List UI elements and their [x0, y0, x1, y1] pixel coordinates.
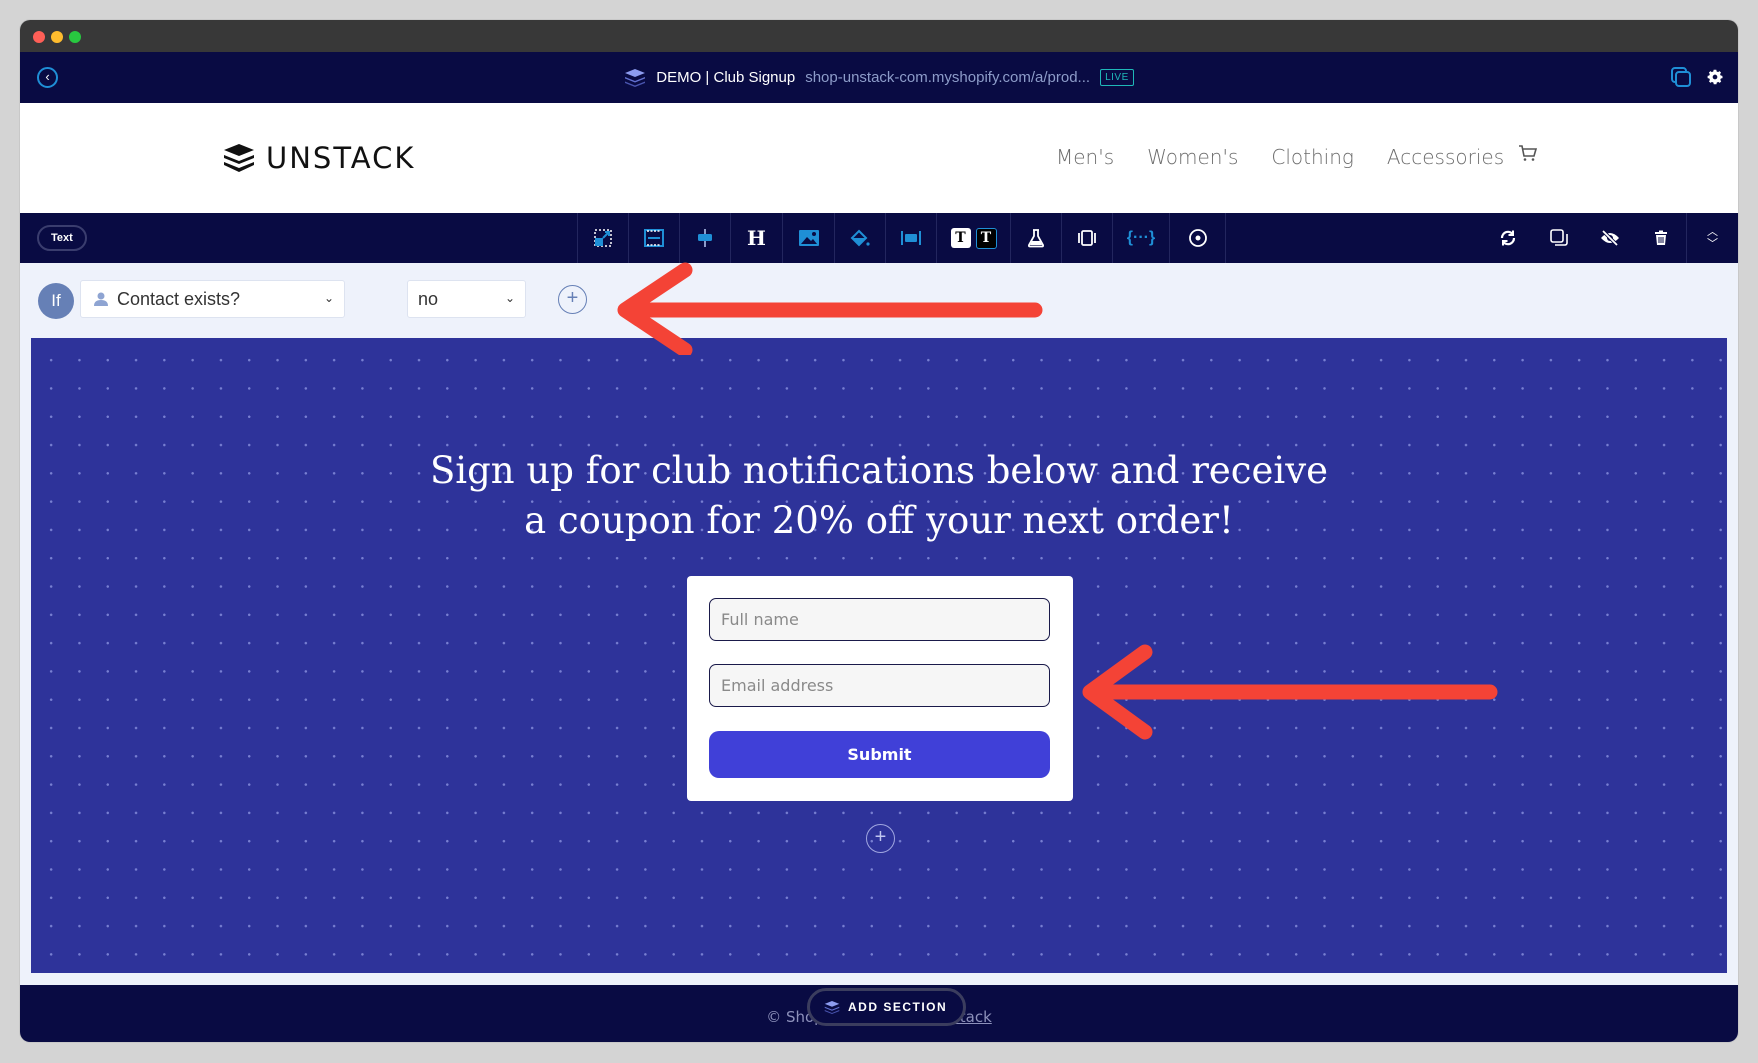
fill-color-icon — [850, 229, 870, 247]
experiment-button[interactable] — [1010, 213, 1061, 263]
condition-field-select[interactable]: Contact exists? ⌄ — [80, 280, 345, 318]
page-info: DEMO | Club Signup shop-unstack-com.mysh… — [20, 52, 1738, 103]
editor-app-bar: ‹ DEMO | Club Signup shop-unstack-com.my… — [20, 52, 1738, 103]
settings-gear-icon — [1707, 69, 1723, 85]
duplicate-icon — [1549, 229, 1568, 246]
add-block-button[interactable]: + — [866, 824, 895, 853]
hide-button[interactable] — [1584, 213, 1635, 263]
text-style-light-icon: T — [950, 228, 971, 248]
browser-window: ‹ DEMO | Club Signup shop-unstack-com.my… — [20, 20, 1738, 1042]
element-toolbar: Text H T T {···} ︿ ﹀ — [20, 213, 1738, 263]
headline-line-1: Sign up for club notifications below and… — [429, 449, 1329, 492]
submit-button[interactable]: Submit — [709, 731, 1050, 778]
target-button[interactable] — [1169, 213, 1226, 263]
refresh-icon — [1500, 230, 1515, 246]
hide-eye-icon — [1600, 230, 1619, 246]
appbar-actions — [1670, 66, 1724, 88]
settings-button[interactable] — [1706, 68, 1724, 86]
add-section-label: ADD SECTION — [848, 1000, 948, 1014]
condition-field-value: Contact exists? — [117, 288, 241, 309]
nav-clothing[interactable]: Clothing — [1271, 145, 1354, 169]
nav-womens[interactable]: Women's — [1147, 145, 1238, 169]
duplicate-pages-button[interactable] — [1670, 66, 1692, 88]
cart-icon — [1519, 145, 1538, 161]
chevron-down-icon: ⌄ — [323, 291, 334, 305]
resize-button[interactable] — [577, 213, 628, 263]
move-section-control[interactable]: ︿ ﹀ — [1686, 213, 1738, 263]
if-badge: If — [38, 283, 74, 319]
logo-text: UNSTACK — [266, 141, 416, 175]
target-icon — [1188, 229, 1207, 247]
cart-button[interactable] — [1518, 143, 1538, 163]
trash-icon — [1654, 230, 1667, 245]
text-style-button[interactable]: T T — [936, 213, 1010, 263]
personalization-condition-bar: If Contact exists? ⌄ no ⌄ + — [20, 263, 1738, 338]
section-divider — [20, 973, 1738, 985]
close-window-button[interactable] — [33, 31, 45, 43]
headline-line-2: a coupon for 20% off your next order! — [524, 499, 1234, 542]
experiment-flask-icon — [1027, 229, 1045, 248]
condition-value-select[interactable]: no ⌄ — [407, 280, 526, 318]
unstack-logo-icon — [224, 144, 254, 172]
signup-form: Submit — [687, 576, 1073, 801]
plus-icon: + — [566, 287, 579, 309]
store-footer: © Shopify · Built with Unstack ADD SECTI… — [20, 985, 1738, 1042]
store-logo[interactable]: UNSTACK — [222, 141, 415, 175]
store-nav: Men's Women's Clothing Accessories — [1056, 145, 1504, 169]
maximize-window-button[interactable] — [69, 31, 81, 43]
duplicate-pages-icon — [1671, 67, 1691, 87]
fill-color-button[interactable] — [834, 213, 885, 263]
carousel-icon — [1078, 230, 1096, 246]
text-style-dark-icon: T — [975, 227, 997, 249]
email-input[interactable] — [709, 664, 1050, 707]
layout-icon — [901, 231, 921, 245]
duplicate-button[interactable] — [1533, 213, 1584, 263]
width-icon — [644, 229, 664, 247]
code-button[interactable]: {···} — [1112, 213, 1169, 263]
toolbar-right-tools: ︿ ﹀ — [1482, 213, 1738, 263]
title-bar — [20, 20, 1738, 52]
store-header: UNSTACK Men's Women's Clothing Accessori… — [20, 103, 1738, 213]
unstack-layers-icon — [625, 68, 646, 87]
width-button[interactable] — [628, 213, 679, 263]
carousel-button[interactable] — [1061, 213, 1112, 263]
align-button[interactable] — [679, 213, 730, 263]
heading-icon: H — [747, 226, 766, 250]
image-icon — [798, 230, 819, 246]
condition-value: no — [418, 288, 439, 309]
page-title[interactable]: DEMO | Club Signup — [656, 69, 795, 86]
chevron-down-icon: ⌄ — [504, 291, 515, 305]
refresh-button[interactable] — [1482, 213, 1533, 263]
resize-icon — [594, 229, 612, 247]
layout-button[interactable] — [885, 213, 936, 263]
nav-accessories[interactable]: Accessories — [1387, 145, 1504, 169]
plus-icon: + — [874, 826, 887, 848]
element-type-chip[interactable]: Text — [37, 225, 87, 251]
page-url[interactable]: shop-unstack-com.myshopify.com/a/prod... — [805, 69, 1090, 86]
live-status-badge: LIVE — [1100, 69, 1134, 86]
full-name-input[interactable] — [709, 598, 1050, 641]
section-headline[interactable]: Sign up for club notifications below and… — [31, 446, 1727, 546]
layers-icon — [824, 1000, 840, 1014]
add-condition-button[interactable]: + — [558, 285, 587, 314]
code-braces-icon: {···} — [1126, 229, 1156, 246]
heading-button[interactable]: H — [730, 213, 782, 263]
add-section-button[interactable]: ADD SECTION — [807, 988, 967, 1026]
align-icon — [698, 229, 712, 247]
image-button[interactable] — [782, 213, 834, 263]
minimize-window-button[interactable] — [51, 31, 63, 43]
nav-mens[interactable]: Men's — [1056, 145, 1114, 169]
signup-section[interactable]: Sign up for club notifications below and… — [31, 338, 1727, 973]
chevron-down-icon[interactable]: ﹀ — [1707, 239, 1718, 250]
contact-person-icon — [94, 292, 108, 306]
delete-button[interactable] — [1635, 213, 1686, 263]
toolbar-tools: H T T {···} — [577, 213, 1226, 263]
chevron-up-icon[interactable]: ︿ — [1707, 227, 1718, 238]
